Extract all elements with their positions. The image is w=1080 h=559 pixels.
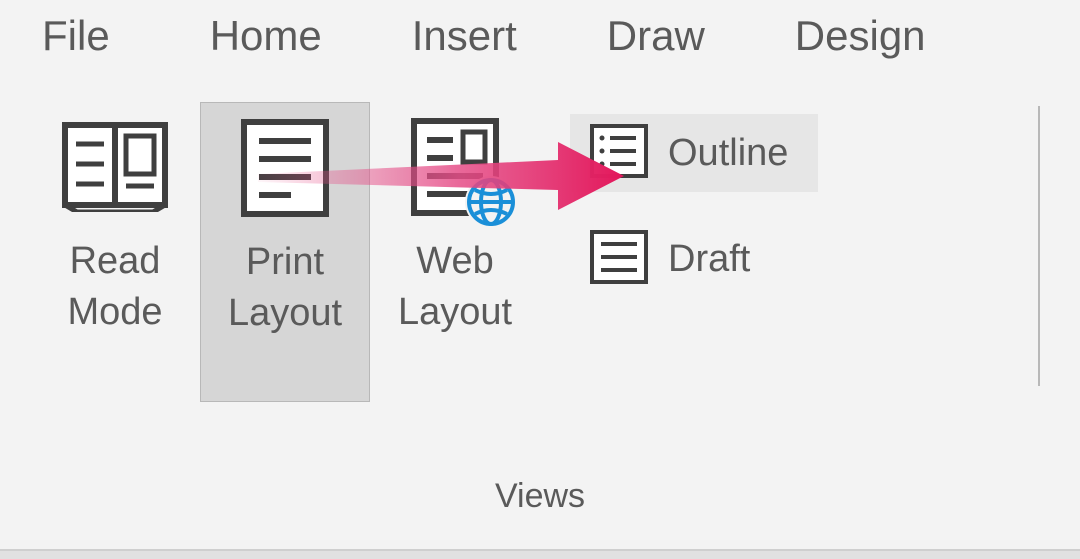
draft-button[interactable]: Draft	[570, 220, 818, 298]
views-group-label: Views	[35, 477, 1045, 516]
ribbon-tabs: File Home Insert Draw Design	[0, 0, 1080, 84]
outline-icon	[590, 124, 648, 183]
ribbon-panel: Read Mode Print Layout	[0, 84, 1080, 524]
web-layout-button[interactable]: Web Layout	[370, 102, 540, 402]
outline-button[interactable]: Outline	[570, 114, 818, 192]
print-layout-label: Print Layout	[228, 237, 342, 340]
tab-home[interactable]: Home	[180, 12, 382, 60]
read-mode-label: Read Mode	[67, 236, 162, 339]
tab-draw[interactable]: Draw	[577, 12, 765, 60]
tab-file[interactable]: File	[0, 12, 180, 60]
outline-label: Outline	[668, 132, 788, 175]
read-mode-icon	[62, 112, 168, 222]
globe-icon	[465, 176, 517, 228]
tab-design[interactable]: Design	[765, 12, 936, 60]
draft-icon	[590, 230, 648, 289]
web-layout-label: Web Layout	[398, 236, 512, 339]
tab-insert[interactable]: Insert	[382, 12, 577, 60]
print-layout-button[interactable]: Print Layout	[200, 102, 370, 402]
read-mode-button[interactable]: Read Mode	[30, 102, 200, 402]
draft-label: Draft	[668, 238, 750, 281]
group-separator	[1038, 106, 1040, 386]
bottom-border	[0, 549, 1080, 559]
web-layout-icon	[411, 112, 499, 222]
print-layout-icon	[241, 113, 329, 223]
